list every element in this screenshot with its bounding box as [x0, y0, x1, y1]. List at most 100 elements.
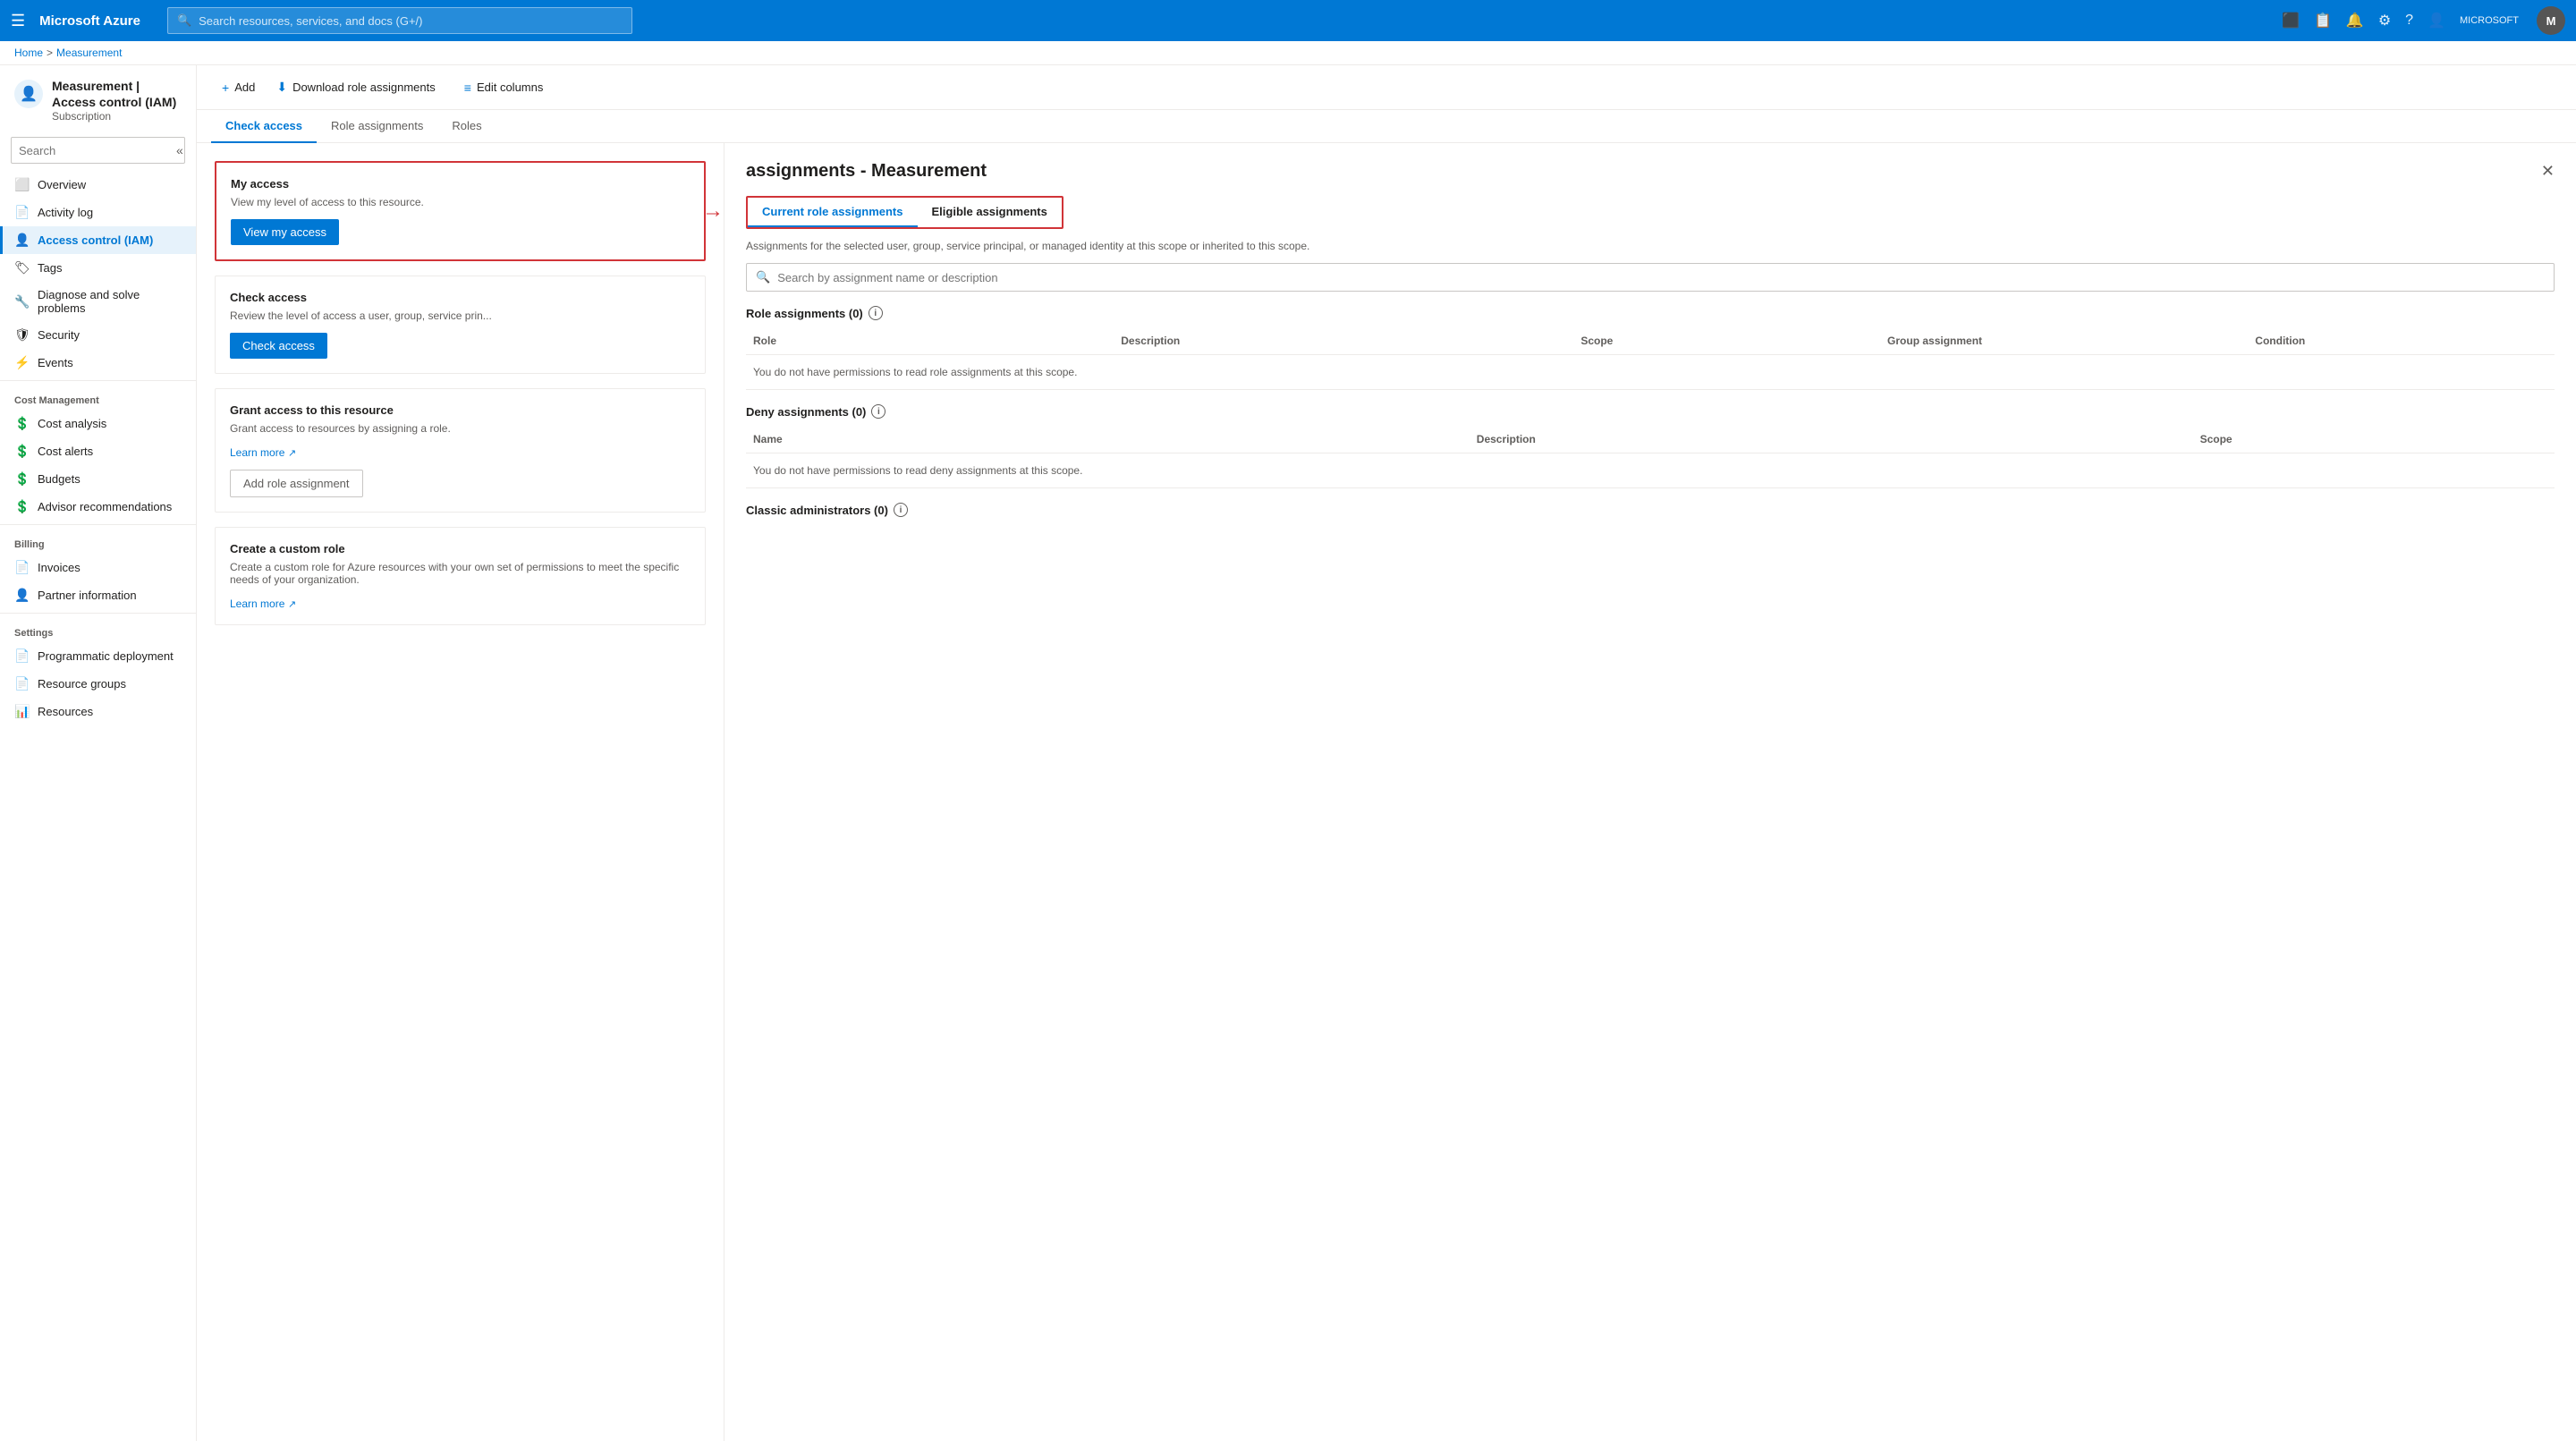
cost-alerts-icon: 💲 [14, 444, 29, 459]
custom-role-learn-more-link[interactable]: Learn more [230, 598, 284, 610]
columns-button[interactable]: ≡ Edit columns [453, 75, 555, 100]
col-group-assignment: Group assignment [1880, 331, 2248, 351]
search-icon: 🔍 [756, 270, 770, 284]
overview-icon: ⬜ [14, 177, 29, 192]
sidebar-item-label: Overview [38, 178, 86, 191]
sidebar-item-security[interactable]: 🛡 Security [0, 321, 196, 349]
tab-eligible-label: Eligible assignments [932, 205, 1047, 218]
sidebar-item-label: Resource groups [38, 677, 126, 691]
add-label: Add [234, 81, 255, 94]
role-assignments-section-header: Role assignments (0) i [746, 306, 2555, 320]
deny-col-scope: Scope [2193, 429, 2555, 449]
grant-access-card: Grant access to this resource Grant acce… [215, 388, 706, 513]
tab-eligible-assignments[interactable]: Eligible assignments [918, 198, 1062, 227]
role-assignments-table-header: Role Description Scope Group assignment … [746, 327, 2555, 355]
close-button[interactable]: ✕ [2541, 162, 2555, 181]
sidebar-collapse-button[interactable]: « [176, 143, 183, 157]
sidebar-item-resource-groups[interactable]: 📄 Resource groups [0, 670, 196, 698]
topbar: ☰ Microsoft Azure 🔍 Search resources, se… [0, 0, 2576, 41]
sidebar-item-label: Partner information [38, 589, 137, 602]
sidebar-item-cost-alerts[interactable]: 💲 Cost alerts [0, 437, 196, 465]
breadcrumb-home[interactable]: Home [14, 47, 43, 59]
assignment-search-box[interactable]: 🔍 [746, 263, 2555, 292]
bell-icon[interactable]: 🔔 [2346, 12, 2364, 30]
sidebar-item-programmatic[interactable]: 📄 Programmatic deployment [0, 642, 196, 670]
sidebar-item-events[interactable]: ⚡ Events [0, 349, 196, 377]
deny-col-description: Description [1470, 429, 2193, 449]
sidebar-header-icon: 👤 [14, 80, 43, 108]
settings-icon[interactable]: ⚙ [2378, 12, 2391, 30]
check-access-button[interactable]: Check access [230, 333, 327, 359]
tab-current-label: Current role assignments [762, 205, 903, 218]
user-icon[interactable]: 👤 [2428, 12, 2445, 30]
custom-role-external-link-icon: ↗ [288, 599, 296, 610]
sidebar-item-partner[interactable]: 👤 Partner information [0, 581, 196, 609]
sidebar-item-advisor[interactable]: 💲 Advisor recommendations [0, 493, 196, 521]
sidebar-item-activity-log[interactable]: 📄 Activity log [0, 199, 196, 226]
username-label: MICROSOFT [2460, 15, 2519, 26]
sidebar-item-diagnose[interactable]: 🔧 Diagnose and solve problems [0, 282, 196, 321]
role-assignments-title: Role assignments (0) [746, 307, 863, 320]
breadcrumb: Home > Measurement [0, 41, 2576, 65]
add-role-assignment-button[interactable]: Add role assignment [230, 470, 363, 497]
sidebar-subtitle: Subscription [52, 110, 182, 123]
right-panel: assignments - Measurement ✕ Current role… [724, 143, 2576, 1441]
sidebar-item-tags[interactable]: 🏷 Tags [0, 254, 196, 282]
sidebar-item-cost-analysis[interactable]: 💲 Cost analysis [0, 410, 196, 437]
deny-assignments-table-header: Name Description Scope [746, 426, 2555, 453]
sidebar-item-iam[interactable]: 👤 Access control (IAM) [0, 226, 196, 254]
sidebar-item-overview[interactable]: ⬜ Overview [0, 171, 196, 199]
assignment-search-input[interactable] [777, 271, 2545, 284]
sidebar-item-label: Access control (IAM) [38, 233, 153, 247]
global-search[interactable]: 🔍 Search resources, services, and docs (… [167, 7, 632, 34]
tags-icon: 🏷 [14, 260, 29, 275]
add-icon: + [222, 81, 229, 95]
check-access-card: Check access Review the level of access … [215, 275, 706, 374]
tab-current-assignments[interactable]: Current role assignments [748, 198, 918, 227]
classic-admins-title: Classic administrators (0) [746, 504, 888, 517]
sidebar-item-budgets[interactable]: 💲 Budgets [0, 465, 196, 493]
iam-icon: 👤 [14, 233, 29, 248]
col-description: Description [1114, 331, 1573, 351]
feedback-icon[interactable]: 📋 [2314, 12, 2332, 30]
role-assignments-info-icon[interactable]: i [869, 306, 883, 320]
sidebar-item-resources[interactable]: 📊 Resources [0, 698, 196, 725]
sidebar-item-invoices[interactable]: 📄 Invoices [0, 554, 196, 581]
my-access-title: My access [231, 177, 690, 191]
hamburger-icon[interactable]: ☰ [11, 12, 25, 30]
view-my-access-button[interactable]: View my access [231, 219, 339, 245]
avatar[interactable]: M [2537, 6, 2565, 35]
role-assignments-empty-message: You do not have permissions to read role… [746, 355, 2555, 390]
col-condition: Condition [2248, 331, 2555, 351]
sidebar-title: Measurement | Access control (IAM) [52, 78, 182, 110]
check-access-desc: Review the level of access a user, group… [230, 309, 691, 322]
sidebar-item-label: Advisor recommendations [38, 500, 172, 513]
grant-learn-more-link[interactable]: Learn more [230, 446, 284, 459]
tab-check-access[interactable]: Check access [211, 110, 317, 143]
red-arrow-icon: → [702, 199, 724, 224]
sidebar-item-label: Security [38, 328, 80, 342]
deny-assignments-title: Deny assignments (0) [746, 405, 866, 419]
deny-assignments-info-icon[interactable]: i [871, 404, 886, 419]
grant-access-title: Grant access to this resource [230, 403, 691, 417]
add-button[interactable]: + Add [211, 75, 266, 100]
tabs-bar: Check access Role assignments Roles [197, 110, 2576, 143]
breadcrumb-resource[interactable]: Measurement [56, 47, 122, 59]
content-area: + Add ⬇ Download role assignments ≡ Edit… [197, 65, 2576, 1441]
sidebar-search-box[interactable]: « [11, 137, 185, 164]
assignment-description: Assignments for the selected user, group… [746, 240, 2555, 252]
sidebar-item-label: Cost analysis [38, 417, 106, 430]
sidebar-search-input[interactable] [19, 144, 176, 157]
portal-icon[interactable]: ⬛ [2282, 12, 2300, 30]
download-button[interactable]: ⬇ Download role assignments [266, 74, 445, 100]
col-scope: Scope [1573, 331, 1880, 351]
tab-role-assignments[interactable]: Role assignments [317, 110, 437, 143]
help-icon[interactable]: ? [2405, 13, 2413, 29]
custom-role-title: Create a custom role [230, 542, 691, 555]
sidebar-item-label: Tags [38, 261, 62, 275]
main-layout: 👤 Measurement | Access control (IAM) Sub… [0, 65, 2576, 1441]
tab-roles[interactable]: Roles [437, 110, 496, 143]
classic-admins-info-icon[interactable]: i [894, 503, 908, 517]
left-panel: My access View my level of access to thi… [197, 143, 724, 1441]
sidebar-item-label: Diagnose and solve problems [38, 288, 182, 315]
